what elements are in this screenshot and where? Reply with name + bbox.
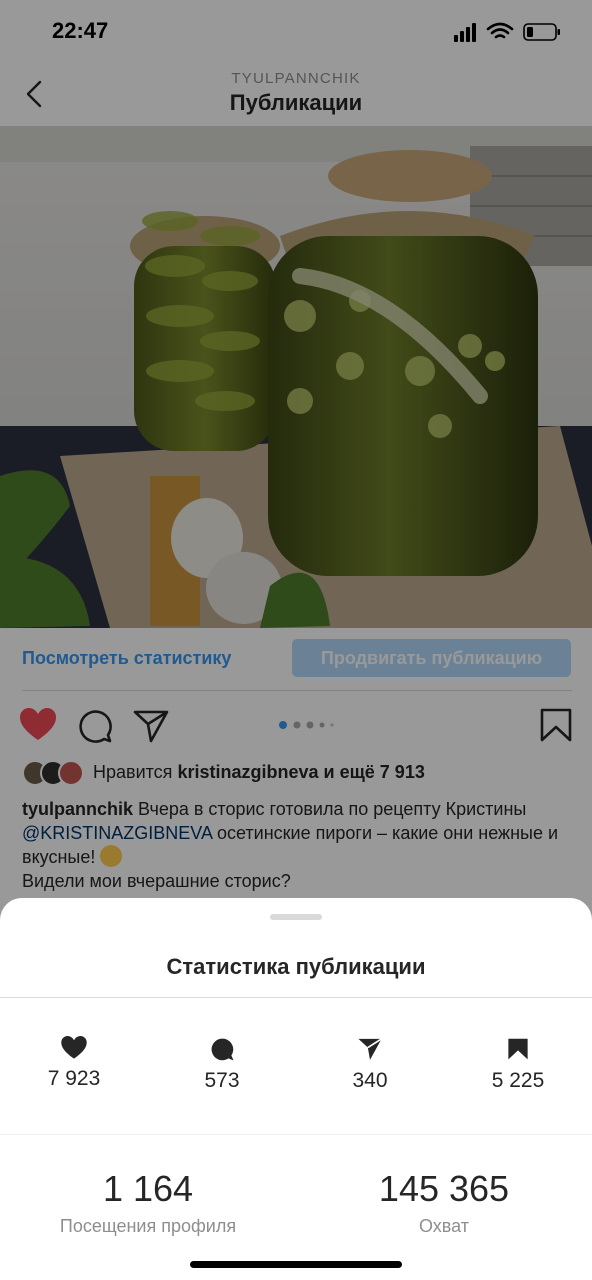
divider [0, 1134, 592, 1135]
heart-icon [61, 1036, 87, 1059]
engagement-metrics: 7 923 573 340 5 225 [0, 1036, 592, 1100]
sheet-drag-handle[interactable] [270, 914, 322, 920]
bookmark-icon [508, 1038, 528, 1060]
divider [0, 997, 592, 998]
metric-likes: 7 923 [0, 1036, 148, 1100]
metric-value: 5 225 [491, 1069, 545, 1092]
metric-saves: 5 225 [444, 1036, 592, 1100]
reach-value: 145 365 [378, 1168, 510, 1209]
reach-stat: 145 365 Охват [296, 1168, 592, 1237]
share-icon [358, 1038, 383, 1060]
metric-value: 7 923 [47, 1067, 101, 1090]
reach-label: Охват [418, 1216, 470, 1236]
metric-comments: 573 [148, 1036, 296, 1100]
comment-icon [211, 1038, 234, 1061]
metric-value: 573 [204, 1069, 240, 1092]
sheet-title: Статистика публикации [166, 954, 426, 979]
home-indicator[interactable] [190, 1261, 402, 1268]
profile-visits-stat: 1 164 Посещения профиля [0, 1168, 296, 1237]
post-insights-sheet: Статистика публикации 7 923 573 340 5 22… [0, 898, 592, 1280]
metric-shares: 340 [296, 1036, 444, 1100]
profile-visits-value: 1 164 [102, 1168, 194, 1209]
profile-visits-label: Посещения профиля [59, 1216, 237, 1236]
metric-value: 340 [352, 1069, 388, 1092]
